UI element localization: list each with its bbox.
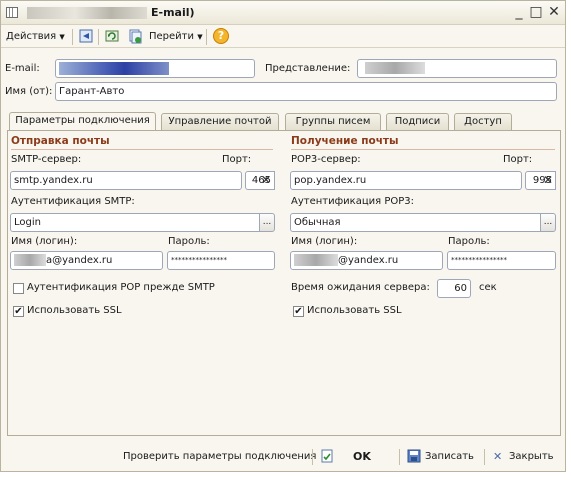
smtp-auth-select[interactable]: Login: [10, 213, 260, 232]
email-account-window: E-mail) _ □ ✕ Действия ▼ Перейти ▼ ? E-m…: [0, 0, 566, 472]
ellipsis-icon[interactable]: ...: [540, 213, 556, 232]
tab-access[interactable]: Доступ: [454, 113, 512, 130]
email-label: E-mail:: [5, 63, 40, 74]
save-disk-icon[interactable]: [406, 448, 422, 464]
window-title: E-mail): [151, 6, 195, 19]
smtp-login-value: a@yandex.ru: [46, 255, 113, 266]
smtp-ssl-label: Использовать SSL: [27, 305, 122, 316]
timeout-input[interactable]: 60: [437, 279, 471, 298]
toolbar-divider: [72, 29, 73, 45]
copy-document-icon[interactable]: [127, 28, 143, 44]
close-x-icon[interactable]: ✕: [493, 450, 502, 463]
actions-menu-label: Действия: [6, 31, 57, 42]
smtp-ssl-checkbox[interactable]: ✔: [13, 306, 24, 317]
goto-menu[interactable]: Перейти ▼: [149, 29, 203, 45]
pop3-ssl-checkbox[interactable]: ✔: [293, 306, 304, 317]
timeout-unit: сек: [479, 282, 497, 293]
ok-button[interactable]: OK: [353, 450, 371, 463]
tab-connection-settings[interactable]: Параметры подключения: [9, 112, 156, 130]
tab-mail-management[interactable]: Управление почтой: [161, 113, 279, 130]
maximize-button[interactable]: □: [528, 4, 544, 20]
timeout-label: Время ожидания сервера:: [291, 282, 430, 293]
smtp-password-input[interactable]: ****************: [167, 251, 275, 270]
minimize-button[interactable]: _: [511, 4, 527, 20]
send-section-title: Отправка почты: [11, 135, 110, 147]
smtp-login-input[interactable]: a@yandex.ru: [10, 251, 163, 270]
clear-icon[interactable]: ✕: [259, 172, 273, 189]
close-window-button[interactable]: ✕: [546, 4, 562, 20]
goto-menu-label: Перейти: [149, 31, 194, 42]
bottom-command-bar: Проверить параметры подключения OK Запис…: [1, 445, 565, 471]
toolbar-divider: [312, 449, 313, 465]
chevron-down-icon: ▼: [197, 33, 203, 41]
move-to-icon[interactable]: [78, 28, 94, 44]
toolbar-divider: [98, 29, 99, 45]
smtp-auth-label: Аутентификация SMTP:: [11, 196, 135, 207]
smtp-port-label: Порт:: [222, 154, 252, 165]
presentation-input[interactable]: [357, 59, 557, 78]
smtp-server-input[interactable]: smtp.yandex.ru: [10, 171, 242, 190]
pop3-ssl-label: Использовать SSL: [307, 305, 402, 316]
save-button[interactable]: Записать: [425, 451, 474, 462]
clear-icon[interactable]: ✕: [541, 172, 555, 189]
smtp-login-label: Имя (логин):: [11, 236, 78, 247]
toolbar-divider: [399, 449, 400, 465]
toolbar: Действия ▼ Перейти ▼ ?: [1, 25, 565, 48]
pop3-password-input[interactable]: ****************: [447, 251, 556, 270]
help-icon[interactable]: ?: [213, 28, 229, 44]
refresh-icon[interactable]: [104, 28, 120, 44]
pop3-login-input[interactable]: @yandex.ru: [290, 251, 443, 270]
actions-menu[interactable]: Действия ▼: [6, 29, 65, 45]
pop-before-smtp-checkbox[interactable]: [13, 283, 24, 294]
pop3-server-label: POP3-сервер:: [291, 154, 361, 165]
receive-section-title: Получение почты: [291, 135, 399, 147]
ellipsis-icon[interactable]: ...: [259, 213, 275, 232]
chevron-down-icon: ▼: [59, 33, 65, 41]
pop3-port-label: Порт:: [503, 154, 533, 165]
pop3-auth-select[interactable]: Обычная: [290, 213, 541, 232]
title-bar[interactable]: E-mail) _ □ ✕: [1, 1, 565, 25]
toolbar-divider: [206, 29, 207, 45]
pop3-login-value: @yandex.ru: [338, 255, 399, 266]
close-button[interactable]: Закрыть: [509, 451, 554, 462]
email-input[interactable]: [55, 59, 255, 78]
check-connection-button[interactable]: Проверить параметры подключения: [123, 451, 316, 462]
pop3-auth-label: Аутентификация POP3:: [291, 196, 414, 207]
toolbar-divider: [484, 449, 485, 465]
smtp-server-label: SMTP-сервер:: [11, 154, 82, 165]
email-redacted: [59, 61, 169, 75]
name-input[interactable]: Гарант-Авто: [55, 82, 557, 101]
pop3-password-label: Пароль:: [448, 236, 490, 247]
name-label: Имя (от):: [5, 86, 53, 97]
section-divider: [291, 149, 555, 150]
login-redacted: [294, 254, 338, 266]
check-document-icon[interactable]: [319, 448, 335, 464]
tab-strip: Параметры подключения Управление почтой …: [9, 112, 559, 130]
smtp-password-label: Пароль:: [168, 236, 210, 247]
pop3-server-input[interactable]: pop.yandex.ru: [290, 171, 522, 190]
app-icon: [6, 7, 18, 18]
tab-mail-groups[interactable]: Группы писем: [285, 113, 381, 130]
pop3-login-label: Имя (логин):: [291, 236, 358, 247]
login-redacted: [14, 254, 46, 266]
title-redacted: [27, 7, 147, 19]
presentation-label: Представление:: [265, 63, 351, 74]
tab-signatures[interactable]: Подписи: [386, 113, 449, 130]
section-divider: [11, 149, 273, 150]
pop-before-smtp-label: Аутентификация POP прежде SMTP: [27, 282, 215, 293]
presentation-redacted: [365, 62, 425, 74]
